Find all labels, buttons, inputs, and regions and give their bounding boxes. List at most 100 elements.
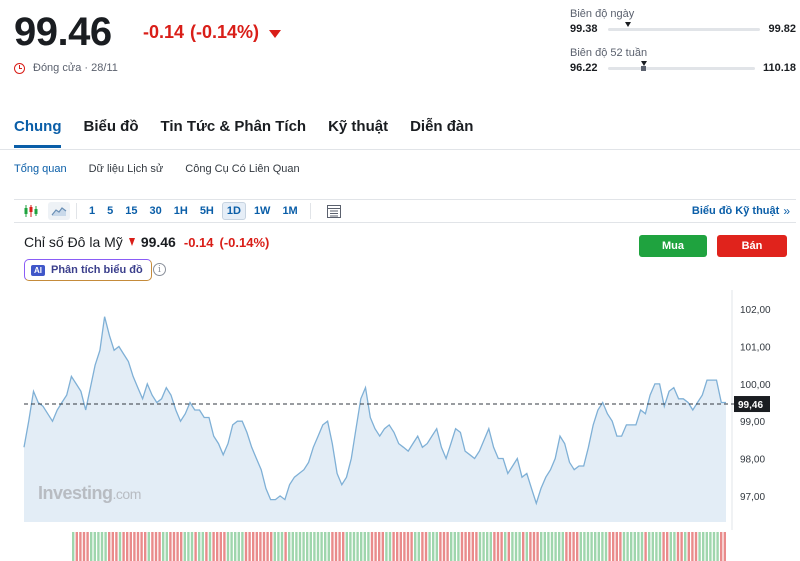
volume-bar	[615, 532, 618, 561]
volume-bar	[594, 532, 597, 561]
volume-bar	[133, 532, 136, 561]
volume-bar	[507, 532, 510, 561]
timeframe-1h[interactable]: 1H	[170, 203, 192, 219]
volume-bar	[543, 532, 546, 561]
ai-chart-analysis-button[interactable]: AI Phân tích biểu đồ	[24, 259, 152, 281]
sell-button[interactable]: Bán	[717, 235, 787, 257]
tech-chart-link[interactable]: Biểu đồ Kỹ thuật »	[692, 204, 790, 218]
volume-bar	[396, 532, 399, 561]
volume-bar	[288, 532, 291, 561]
volume-bar	[424, 532, 428, 561]
volume-bar	[471, 532, 474, 561]
volume-bar	[568, 532, 572, 561]
chart-change: -0.14	[183, 234, 214, 250]
volume-bar	[403, 532, 406, 561]
subtab-cong-cu[interactable]: Công Cụ Có Liên Quan	[185, 163, 299, 175]
volume-bar	[223, 532, 226, 561]
volume-bar	[75, 532, 78, 561]
volume-bar	[428, 532, 431, 561]
volume-bar	[464, 532, 467, 561]
volume-bar	[579, 532, 582, 561]
volume-bar	[342, 532, 345, 561]
y-tick-label: 99,00	[740, 417, 765, 428]
change-value: -0.14	[143, 22, 185, 42]
double-chevron-icon: »	[783, 204, 790, 218]
volume-bar	[608, 532, 611, 561]
volume-bar	[676, 532, 680, 561]
volume-bar	[122, 532, 125, 561]
volume-bar	[230, 532, 233, 561]
timeframe-30[interactable]: 30	[146, 203, 166, 219]
volume-bar	[169, 532, 172, 561]
volume-bar	[147, 532, 150, 561]
main-tabs: Chung Biểu đồ Tin Tức & Phân Tích Kỹ thu…	[14, 118, 800, 148]
volume-bar	[417, 532, 420, 561]
volume-bar	[165, 532, 168, 561]
area-chart-icon[interactable]	[48, 202, 70, 220]
volume-bar	[345, 532, 348, 561]
tab-bieu-do[interactable]: Biểu đồ	[83, 118, 138, 148]
volume-bar	[630, 532, 633, 561]
volume-bar	[151, 532, 154, 561]
volume-bar	[277, 532, 280, 561]
timeframe-15[interactable]: 15	[121, 203, 141, 219]
volume-bar	[669, 532, 672, 561]
volume-bar	[367, 532, 370, 561]
week52-range-low: 96.22	[570, 62, 598, 74]
week52-range-bar	[607, 60, 755, 71]
volume-bar	[324, 532, 327, 561]
timeframe-1d[interactable]: 1D	[221, 202, 246, 220]
volume-bar	[529, 532, 532, 561]
volume-bar	[514, 532, 518, 561]
info-icon[interactable]: i	[153, 263, 166, 276]
day-range-marker-icon	[624, 21, 631, 27]
volume-bar	[482, 532, 485, 561]
volume-bar	[550, 532, 554, 561]
y-tick-label: 100,00	[740, 380, 771, 391]
price-chart[interactable]: 102,00 101,00 100,00 99,00 98,00 97,00 99,46	[0, 290, 800, 561]
tab-tin-tuc[interactable]: Tin Tức & Phân Tích	[160, 118, 306, 148]
volume-bar	[493, 532, 496, 561]
volume-bar	[190, 532, 194, 561]
volume-bar	[565, 532, 568, 561]
candlestick-icon[interactable]	[20, 202, 42, 220]
volume-bar	[97, 532, 100, 561]
volume-bar	[662, 532, 665, 561]
volume-bar	[176, 532, 179, 561]
watermark-suffix: .com	[112, 486, 142, 502]
table-icon[interactable]	[323, 202, 345, 220]
volume-bar	[352, 532, 356, 561]
toolbar-divider	[76, 203, 77, 219]
tab-ky-thuat[interactable]: Kỹ thuật	[328, 118, 388, 148]
timeframe-5h[interactable]: 5H	[196, 203, 218, 219]
volume-bar	[691, 532, 694, 561]
volume-bar	[673, 532, 676, 561]
volume-bar	[442, 532, 446, 561]
volume-bar	[496, 532, 500, 561]
volume-bar	[349, 532, 352, 561]
volume-bar	[457, 532, 460, 561]
tab-chung[interactable]: Chung	[14, 118, 62, 148]
volume-bar	[374, 532, 377, 561]
day-range: Biên độ ngày 99.38 99.82	[570, 8, 796, 35]
market-status-text: Đóng cửa · 28/11	[33, 62, 118, 74]
subtab-tong-quan[interactable]: Tổng quan	[14, 163, 67, 175]
timeframe-5[interactable]: 5	[103, 203, 117, 219]
volume-bar	[216, 532, 219, 561]
volume-bar	[709, 532, 712, 561]
timeframe-1[interactable]: 1	[85, 203, 99, 219]
tab-dien-dan[interactable]: Diễn đàn	[410, 118, 473, 148]
subtab-du-lieu-lich-su[interactable]: Dữ liệu Lịch sử	[89, 163, 164, 175]
ai-analysis-label: Phân tích biểu đồ	[51, 264, 143, 276]
volume-bar	[259, 532, 262, 561]
timeframe-1w[interactable]: 1W	[250, 203, 275, 219]
volume-bar	[183, 532, 186, 561]
buy-button[interactable]: Mua	[639, 235, 707, 257]
volume-bar	[378, 532, 381, 561]
volume-bar	[604, 532, 608, 561]
chart-change-percent: (-0.14%)	[219, 234, 270, 250]
timeframe-1m[interactable]: 1M	[278, 203, 301, 219]
volume-bar	[334, 532, 338, 561]
volume-bar	[136, 532, 140, 561]
volume-bar	[399, 532, 402, 561]
